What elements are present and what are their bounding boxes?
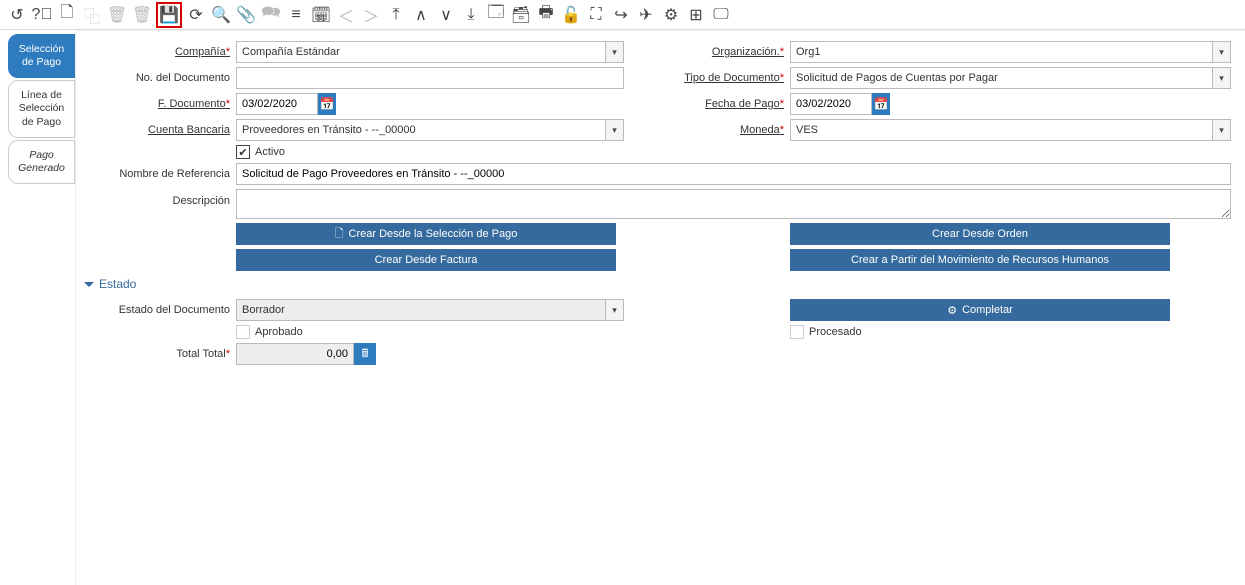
form-content: Compañía* Compañía Estándar▾ Organizació… bbox=[76, 30, 1245, 585]
checkbox-procesado[interactable]: Procesado bbox=[790, 325, 862, 339]
report-icon[interactable]: 🗔 bbox=[485, 4, 507, 26]
product-icon[interactable]: ⊞ bbox=[685, 4, 707, 26]
btn-completar[interactable]: ⚙ Completar bbox=[790, 299, 1170, 321]
input-organizacion[interactable]: Org1▾ bbox=[790, 41, 1231, 63]
first-icon[interactable]: ⤒ bbox=[385, 4, 407, 26]
checkbox-aprobado[interactable]: Aprobado bbox=[236, 325, 303, 339]
calculator-icon[interactable]: 🖩 bbox=[354, 343, 376, 365]
prev-icon[interactable]: ＜ bbox=[335, 4, 357, 26]
checkbox-icon bbox=[790, 325, 804, 339]
input-total[interactable] bbox=[236, 343, 354, 365]
btn-crear-seleccion[interactable]: 🗋 Crear Desde la Selección de Pago bbox=[236, 223, 616, 245]
gear-icon[interactable]: ⚙ bbox=[660, 4, 682, 26]
search-icon[interactable]: 🔍 bbox=[210, 4, 232, 26]
tab-seleccion-pago[interactable]: Selección de Pago bbox=[8, 34, 75, 78]
chevron-down-icon[interactable]: ▾ bbox=[605, 42, 623, 62]
check-icon: ✔ bbox=[236, 145, 250, 159]
input-estado-documento[interactable]: Borrador▾ bbox=[236, 299, 624, 321]
section-estado[interactable]: Estado bbox=[84, 277, 1231, 291]
calendar-icon[interactable]: 📅 bbox=[872, 93, 890, 115]
delete-sel-icon: 🗑 bbox=[131, 4, 153, 26]
up-icon[interactable]: ∧ bbox=[410, 4, 432, 26]
undo-icon[interactable]: ↺ bbox=[6, 4, 28, 26]
label-procesado: Procesado bbox=[809, 326, 862, 338]
input-cuenta-bancaria[interactable]: Proveedores en Tránsito - --_00000▾ bbox=[236, 119, 624, 141]
main-toolbar: ↺ ?⃝ 🗋 ⿻ 🗑 🗑 💾 ⟳ 🔍 📎 🗪 ≡ 🗓 ＜ ＞ ⤒ ∧ ∨ ⤓ 🗔… bbox=[0, 0, 1245, 30]
info-icon[interactable]: 🖵 bbox=[710, 4, 732, 26]
label-nombre-referencia: Nombre de Referencia bbox=[84, 168, 236, 180]
label-total: Total Total* bbox=[84, 348, 236, 360]
input-compania[interactable]: Compañía Estándar▾ bbox=[236, 41, 624, 63]
calendar-icon[interactable]: 🗓 bbox=[310, 4, 332, 26]
next-icon[interactable]: ＞ bbox=[360, 4, 382, 26]
archive-icon[interactable]: 🗃 bbox=[510, 4, 532, 26]
label-aprobado: Aprobado bbox=[255, 326, 303, 338]
checkbox-icon bbox=[236, 325, 250, 339]
grid-icon[interactable]: ≡ bbox=[285, 4, 307, 26]
input-fecha-pago[interactable] bbox=[790, 93, 872, 115]
label-descripcion: Descripción bbox=[84, 189, 236, 207]
side-tabs: Selección de Pago Línea de Selección de … bbox=[0, 30, 76, 585]
chevron-down-icon[interactable]: ▾ bbox=[605, 300, 623, 320]
down-icon[interactable]: ∨ bbox=[435, 4, 457, 26]
btn-crear-rrhh[interactable]: Crear a Partir del Movimiento de Recurso… bbox=[790, 249, 1170, 271]
label-moneda: Moneda* bbox=[638, 124, 790, 136]
zoom-icon[interactable]: ⛶ bbox=[585, 4, 607, 26]
btn-crear-orden[interactable]: Crear Desde Orden bbox=[790, 223, 1170, 245]
workflow-icon[interactable]: ↪ bbox=[610, 4, 632, 26]
chevron-down-icon[interactable]: ▾ bbox=[1212, 68, 1230, 88]
label-f-documento: F. Documento* bbox=[84, 98, 236, 110]
btn-crear-factura[interactable]: Crear Desde Factura bbox=[236, 249, 616, 271]
label-no-documento: No. del Documento bbox=[84, 72, 236, 84]
chevron-down-icon[interactable]: ▾ bbox=[605, 120, 623, 140]
save-icon[interactable]: 💾 bbox=[156, 2, 182, 28]
label-tipo-documento: Tipo de Documento* bbox=[638, 72, 790, 84]
delete-icon: 🗑 bbox=[106, 4, 128, 26]
copy-icon: ⿻ bbox=[81, 4, 103, 26]
refresh-icon[interactable]: ⟳ bbox=[185, 4, 207, 26]
label-compania: Compañía* bbox=[84, 46, 236, 58]
new-icon[interactable]: 🗋 bbox=[56, 4, 78, 26]
input-moneda[interactable]: VES▾ bbox=[790, 119, 1231, 141]
tab-pago-generado[interactable]: Pago Generado bbox=[8, 140, 75, 184]
checkbox-activo[interactable]: ✔ Activo bbox=[236, 145, 285, 159]
help-icon[interactable]: ?⃝ bbox=[31, 4, 53, 26]
label-cuenta-bancaria: Cuenta Bancaria bbox=[84, 124, 236, 136]
label-fecha-pago: Fecha de Pago* bbox=[638, 98, 790, 110]
label-estado-documento: Estado del Documento bbox=[84, 304, 236, 316]
tab-linea-seleccion-pago[interactable]: Línea de Selección de Pago bbox=[8, 80, 75, 137]
chat-icon[interactable]: 🗪 bbox=[260, 4, 282, 26]
input-descripcion[interactable] bbox=[236, 189, 1231, 219]
chevron-down-icon[interactable]: ▾ bbox=[1212, 120, 1230, 140]
lock-icon[interactable]: 🔓 bbox=[560, 4, 582, 26]
input-f-documento[interactable] bbox=[236, 93, 318, 115]
attach-icon[interactable]: 📎 bbox=[235, 4, 257, 26]
input-tipo-documento[interactable]: Solicitud de Pagos de Cuentas por Pagar▾ bbox=[790, 67, 1231, 89]
label-activo: Activo bbox=[255, 146, 285, 158]
calendar-icon[interactable]: 📅 bbox=[318, 93, 336, 115]
label-organizacion: Organización.* bbox=[638, 46, 790, 58]
print-icon[interactable]: 🖶 bbox=[535, 4, 557, 26]
input-no-documento[interactable] bbox=[236, 67, 624, 89]
chevron-down-icon[interactable]: ▾ bbox=[1212, 42, 1230, 62]
input-nombre-referencia[interactable] bbox=[236, 163, 1231, 185]
last-icon[interactable]: ⤓ bbox=[460, 4, 482, 26]
send-icon[interactable]: ✈ bbox=[635, 4, 657, 26]
